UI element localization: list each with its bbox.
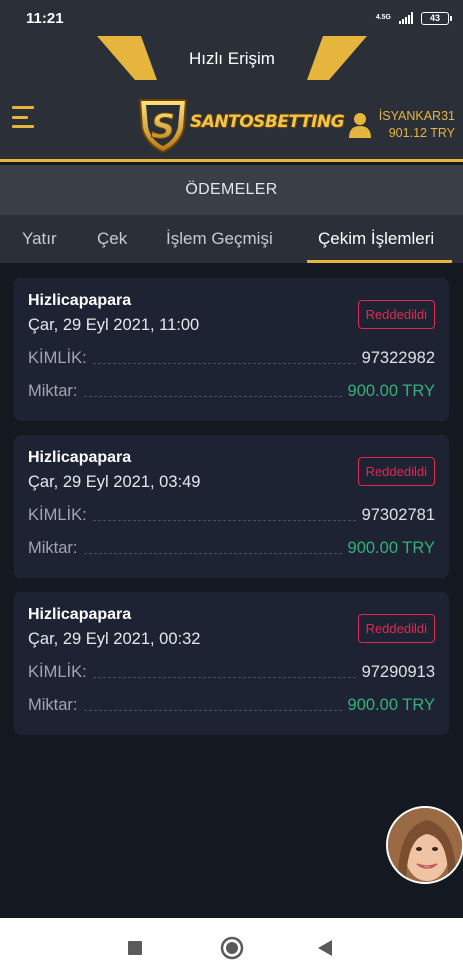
payment-tabs: Yatır Çek İşlem Geçmişi Çekim İşlemleri (0, 215, 463, 263)
network-type: 4.5G (375, 14, 391, 21)
dotted-leader (92, 677, 356, 678)
id-row: KİMLİK: 97322982 (28, 348, 435, 368)
quick-access-label: Hızlı Erişim (189, 49, 275, 68)
tab-deposit[interactable]: Yatır (22, 215, 57, 263)
user-icon (348, 113, 371, 138)
quick-access-button[interactable]: Hızlı Erişim (97, 36, 367, 80)
id-row: KİMLİK: 97290913 (28, 662, 435, 682)
home-circle-icon[interactable] (220, 936, 244, 960)
transaction-amount: 900.00 TRY (347, 382, 435, 400)
status-indicators: 4.5G 43 (375, 11, 452, 25)
status-badge: Reddedildi (357, 614, 435, 643)
tab-withdrawal-transactions[interactable]: Çekim İşlemleri (318, 215, 434, 263)
transaction-card[interactable]: Hizlicapapara Çar, 29 Eyl 2021, 00:32 Re… (14, 592, 449, 735)
recents-square-icon[interactable] (127, 940, 143, 956)
transaction-amount: 900.00 TRY (347, 696, 435, 714)
transaction-amount: 900.00 TRY (347, 539, 435, 557)
transaction-card[interactable]: Hizlicapapara Çar, 29 Eyl 2021, 11:00 Re… (14, 278, 449, 421)
username: İSYANKAR31 (378, 109, 455, 123)
svg-text:S: S (151, 107, 176, 147)
back-triangle-icon[interactable] (316, 939, 334, 957)
header: Hızlı Erişim S SANTOSBETTING İSYANKAR31 … (0, 36, 463, 162)
withdrawal-list: Hizlicapapara Çar, 29 Eyl 2021, 11:00 Re… (14, 278, 449, 749)
battery-icon: 43 (421, 11, 452, 25)
page-title: ÖDEMELER (0, 165, 463, 215)
dotted-leader (83, 710, 342, 711)
user-account[interactable]: İSYANKAR31 901.12 TRY (348, 108, 455, 142)
hamburger-menu-icon[interactable] (12, 106, 36, 128)
live-support-avatar[interactable] (386, 806, 463, 884)
dotted-leader (83, 553, 342, 554)
amount-row: Miktar: 900.00 TRY (28, 695, 435, 715)
tab-withdraw[interactable]: Çek (97, 215, 127, 263)
amount-label: Miktar: (28, 382, 78, 400)
amount-label: Miktar: (28, 539, 78, 557)
signal-icon (399, 12, 413, 24)
battery-level: 43 (429, 13, 440, 23)
user-info: İSYANKAR31 901.12 TRY (379, 108, 455, 142)
status-bar: 11:21 4.5G 43 (0, 0, 463, 36)
amount-row: Miktar: 900.00 TRY (28, 381, 435, 401)
support-agent-face-icon (388, 808, 462, 882)
dotted-leader (83, 396, 342, 397)
transaction-card[interactable]: Hizlicapapara Çar, 29 Eyl 2021, 03:49 Re… (14, 435, 449, 578)
amount-row: Miktar: 900.00 TRY (28, 538, 435, 558)
id-label: KİMLİK: (28, 506, 87, 524)
status-time: 11:21 (26, 9, 64, 27)
id-row: KİMLİK: 97302781 (28, 505, 435, 525)
dotted-leader (92, 520, 356, 521)
transaction-id: 97290913 (361, 663, 435, 681)
shield-logo-icon: S (138, 99, 188, 154)
status-badge: Reddedildi (357, 300, 435, 329)
status-badge: Reddedildi (357, 457, 435, 486)
tab-transaction-history[interactable]: İşlem Geçmişi (166, 215, 273, 263)
active-tab-indicator (307, 260, 452, 263)
balance: 901.12 TRY (388, 126, 455, 140)
brand-logo[interactable]: S SANTOSBETTING (132, 94, 345, 156)
id-label: KİMLİK: (28, 663, 87, 681)
transaction-id: 97302781 (361, 506, 435, 524)
system-navigation-bar (0, 918, 463, 978)
id-label: KİMLİK: (28, 349, 87, 367)
amount-label: Miktar: (28, 696, 78, 714)
dotted-leader (92, 363, 356, 364)
transaction-id: 97322982 (361, 349, 435, 367)
brand-name: SANTOSBETTING (190, 112, 345, 132)
